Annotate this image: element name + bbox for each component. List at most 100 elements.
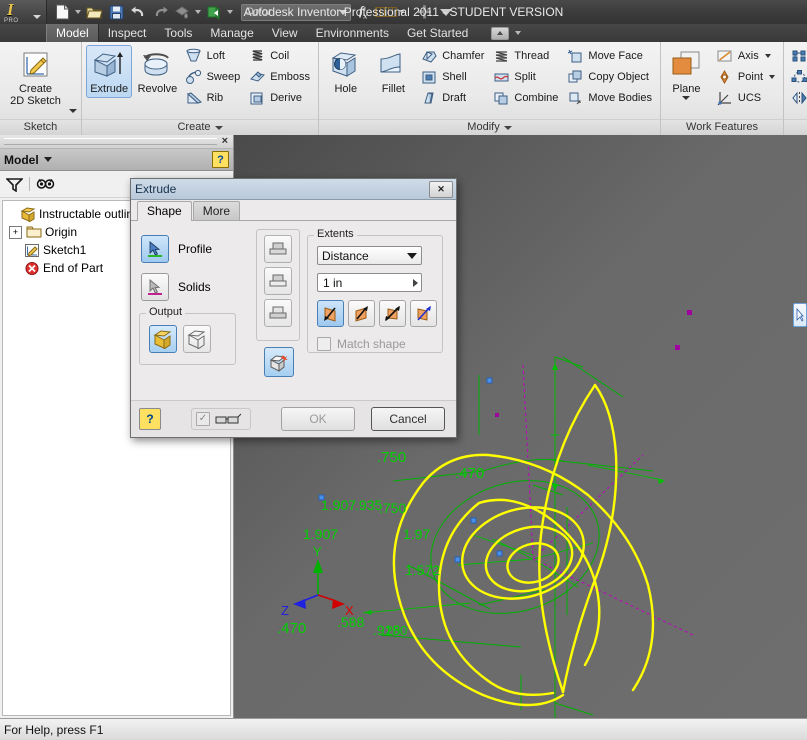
match-shape-row[interactable]: Match shape xyxy=(317,337,442,351)
ribbon-minimize-button[interactable] xyxy=(491,26,510,40)
ribbon-options-chevron-icon[interactable] xyxy=(513,22,523,44)
browser-drag-handle[interactable]: × xyxy=(0,135,233,149)
open-file-icon[interactable] xyxy=(83,1,105,23)
tab-model[interactable]: Model xyxy=(46,24,99,42)
intersect-operation-icon[interactable] xyxy=(264,299,292,327)
cut-operation-icon[interactable] xyxy=(264,267,292,295)
extents-type-combo[interactable]: Distance xyxy=(317,246,422,265)
direction-1-icon[interactable] xyxy=(317,300,344,327)
join-operation-icon[interactable] xyxy=(264,235,292,263)
filter-icon[interactable] xyxy=(6,177,23,192)
new-file-icon[interactable] xyxy=(51,1,73,23)
new-solid-operation-icon[interactable] xyxy=(264,347,294,377)
axis-button[interactable]: Axis xyxy=(714,46,779,66)
return-icon[interactable] xyxy=(203,1,225,23)
move-bodies-button[interactable]: Move Bodies xyxy=(564,88,656,108)
combine-button[interactable]: Combine xyxy=(490,88,562,108)
chevron-down-icon[interactable] xyxy=(43,157,52,162)
chevron-down-icon[interactable] xyxy=(33,15,41,19)
plane-dropdown-icon[interactable] xyxy=(682,96,691,100)
help-button[interactable]: ? xyxy=(139,408,161,430)
extrude-button[interactable]: Extrude xyxy=(86,45,133,98)
distance-input[interactable]: 1 in xyxy=(317,273,422,292)
expand-icon[interactable]: + xyxy=(9,225,22,239)
undo-icon[interactable] xyxy=(127,1,149,23)
pattern-icon xyxy=(790,47,807,65)
create-2d-sketch-button[interactable]: Create 2D Sketch xyxy=(4,45,67,110)
solids-select-icon[interactable] xyxy=(141,273,169,301)
mirror-button[interactable] xyxy=(790,88,807,108)
tab-inspect[interactable]: Inspect xyxy=(99,24,156,42)
color-selector[interactable]: Color xyxy=(241,3,351,21)
copy-object-button[interactable]: Copy Object xyxy=(564,67,656,87)
split-button[interactable]: Split xyxy=(490,67,562,87)
chevron-right-icon[interactable] xyxy=(413,278,418,287)
close-icon[interactable]: ✕ xyxy=(429,181,453,198)
shell-button[interactable]: Shell xyxy=(418,67,488,87)
surface-output-icon[interactable] xyxy=(183,325,211,353)
tab-view[interactable]: View xyxy=(263,24,307,42)
close-icon[interactable]: × xyxy=(222,135,228,148)
sweep-button[interactable]: Sweep xyxy=(183,67,245,87)
return-dropdown-icon[interactable] xyxy=(225,1,235,23)
thread-button[interactable]: Thread xyxy=(490,46,562,66)
help-badge[interactable]: ? xyxy=(212,151,229,168)
folder-icon xyxy=(25,224,42,240)
overflow-chevron-down-icon[interactable] xyxy=(439,8,452,16)
chevron-down-icon[interactable] xyxy=(503,125,512,130)
paint-dropdown-icon[interactable] xyxy=(193,1,203,23)
direction-2-icon[interactable] xyxy=(348,300,375,327)
tab-more[interactable]: More xyxy=(192,201,241,220)
hole-button[interactable]: Hole xyxy=(323,45,369,98)
tab-environments[interactable]: Environments xyxy=(307,24,398,42)
axis-dropdown-icon[interactable] xyxy=(764,54,771,58)
profile-selector-row[interactable]: Profile xyxy=(141,235,212,263)
emboss-button[interactable]: Emboss xyxy=(246,67,314,87)
paint-icon[interactable] xyxy=(171,1,193,23)
match-shape-checkbox[interactable] xyxy=(317,337,331,351)
rectangular-pattern-button[interactable] xyxy=(790,46,807,66)
tab-get-started[interactable]: Get Started xyxy=(398,24,477,42)
ucs-button[interactable]: UCS xyxy=(714,88,779,108)
preview-group[interactable] xyxy=(191,408,251,430)
ok-button[interactable]: OK xyxy=(281,407,355,431)
revolve-button[interactable]: Revolve xyxy=(134,45,180,98)
fillet-button[interactable]: Fillet xyxy=(371,45,417,98)
direction-symmetric-icon[interactable] xyxy=(379,300,406,327)
navigation-bar-handle[interactable] xyxy=(793,303,807,327)
plus-icon[interactable]: ✛ xyxy=(417,4,431,21)
point-button[interactable]: Point xyxy=(714,67,779,87)
ruler-icon[interactable] xyxy=(375,7,398,17)
new-file-dropdown-icon[interactable] xyxy=(73,1,83,23)
loft-button[interactable]: Loft xyxy=(183,46,245,66)
parameters-icon[interactable]: fx xyxy=(359,3,367,21)
tab-tools[interactable]: Tools xyxy=(155,24,201,42)
tab-manage[interactable]: Manage xyxy=(201,24,262,42)
solids-selector-row[interactable]: Solids xyxy=(141,273,211,301)
dialog-title-bar[interactable]: Extrude ✕ xyxy=(131,179,456,200)
find-icon[interactable] xyxy=(36,177,55,192)
profile-select-icon[interactable] xyxy=(141,235,169,263)
rib-button[interactable]: Rib xyxy=(183,88,245,108)
create-2d-sketch-dropdown-icon[interactable] xyxy=(69,109,77,113)
extrude-dialog[interactable]: Extrude ✕ Shape More Profile Solids Outp… xyxy=(130,178,457,438)
tab-shape[interactable]: Shape xyxy=(137,201,192,221)
cancel-button[interactable]: Cancel xyxy=(371,407,445,431)
chevron-down-icon[interactable] xyxy=(214,125,223,130)
chamfer-button[interactable]: Chamfer xyxy=(418,46,488,66)
draft-button[interactable]: Draft xyxy=(418,88,488,108)
measure-dropdown-icon[interactable] xyxy=(397,1,407,23)
application-menu-button[interactable]: I PRO xyxy=(0,0,47,24)
revolve-icon xyxy=(139,48,175,82)
move-face-button[interactable]: Move Face xyxy=(564,46,656,66)
derive-button[interactable]: Derive xyxy=(246,88,314,108)
circular-pattern-button[interactable] xyxy=(790,67,807,87)
direction-asymmetric-icon[interactable] xyxy=(410,300,437,327)
save-icon[interactable] xyxy=(105,1,127,23)
plane-button[interactable]: Plane xyxy=(665,45,708,103)
redo-icon[interactable] xyxy=(149,1,171,23)
coil-button[interactable]: Coil xyxy=(246,46,314,66)
solid-output-icon[interactable] xyxy=(149,325,177,353)
point-dropdown-icon[interactable] xyxy=(769,75,775,79)
preview-checkbox[interactable] xyxy=(196,412,210,426)
